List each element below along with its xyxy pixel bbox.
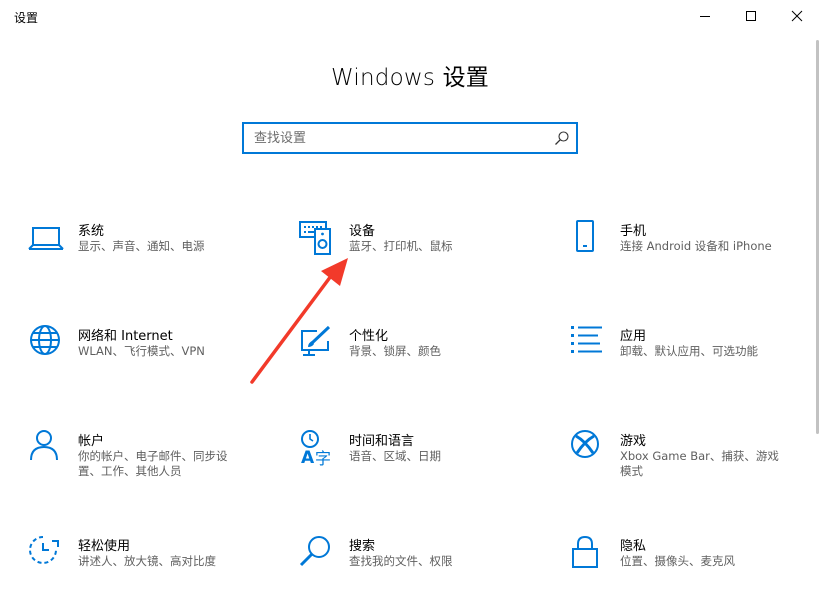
tile-description: 语音、区域、日期 — [349, 449, 441, 463]
tile-ease-of-access[interactable]: 轻松使用 讲述人、放大镜、高对比度 — [28, 535, 278, 605]
title-bar: 设置 — [0, 0, 820, 32]
tile-time-language[interactable]: A 字 时间和语言 语音、区域、日期 — [299, 430, 549, 500]
tile-network[interactable]: 网络和 Internet WLAN、飞行模式、VPN — [28, 325, 278, 395]
tile-title: 手机 — [620, 224, 647, 239]
svg-text:字: 字 — [315, 449, 331, 466]
tile-title: 应用 — [620, 329, 647, 344]
search-input[interactable] — [254, 128, 544, 148]
tile-description: 蓝牙、打印机、鼠标 — [349, 239, 453, 253]
tile-title: 设备 — [349, 224, 376, 239]
tile-description: WLAN、飞行模式、VPN — [78, 344, 205, 358]
search-box[interactable] — [242, 122, 578, 154]
person-icon — [30, 430, 58, 461]
tile-privacy[interactable]: 隐私 位置、摄像头、麦克风 — [570, 535, 820, 605]
tile-description: 卸载、默认应用、可选功能 — [620, 344, 758, 358]
page-title: Windows 设置 — [331, 65, 489, 91]
ease-of-access-icon — [29, 536, 59, 564]
tile-phone[interactable]: 手机 连接 Android 设备和 iPhone — [570, 220, 820, 290]
tile-accounts[interactable]: 帐户 你的帐户、电子邮件、同步设置、工作、其他人员 — [28, 430, 278, 500]
tile-description: 显示、声音、通知、电源 — [78, 239, 205, 253]
tile-title: 搜索 — [349, 539, 376, 554]
devices-icon — [299, 221, 331, 255]
maximize-button[interactable] — [728, 0, 774, 32]
tile-title: 隐私 — [620, 539, 647, 554]
search-icon[interactable] — [554, 130, 570, 146]
tile-gaming[interactable]: 游戏 Xbox Game Bar、捕获、游戏模式 — [570, 430, 820, 500]
window-title: 设置 — [14, 11, 39, 25]
laptop-icon — [28, 227, 64, 250]
tile-apps[interactable]: 应用 卸载、默认应用、可选功能 — [570, 325, 820, 395]
globe-icon — [30, 325, 60, 355]
xbox-icon — [571, 430, 599, 458]
tile-description: 背景、锁屏、颜色 — [349, 344, 441, 358]
tile-title: 系统 — [78, 224, 105, 239]
apps-list-icon — [571, 326, 602, 353]
tile-description: Xbox Game Bar、捕获、游戏模式 — [620, 449, 779, 478]
close-icon — [791, 10, 803, 22]
svg-text:A: A — [301, 448, 315, 466]
phone-icon — [576, 220, 594, 252]
tile-title: 轻松使用 — [78, 539, 131, 554]
tile-personalization[interactable]: 个性化 背景、锁屏、颜色 — [299, 325, 549, 395]
tile-title: 时间和语言 — [349, 434, 415, 449]
minimize-icon — [700, 16, 710, 17]
tile-search[interactable]: 搜索 查找我的文件、权限 — [299, 535, 549, 605]
tile-title: 个性化 — [349, 329, 389, 344]
maximize-icon — [746, 11, 756, 21]
close-button[interactable] — [774, 0, 820, 32]
time-language-icon: A 字 — [301, 430, 331, 466]
magnifier-icon — [299, 536, 330, 567]
tile-system[interactable]: 系统 显示、声音、通知、电源 — [28, 220, 278, 290]
tile-title: 游戏 — [620, 434, 647, 449]
tile-description: 连接 Android 设备和 iPhone — [620, 239, 772, 253]
tile-title: 网络和 Internet — [78, 329, 173, 344]
scrollbar[interactable] — [816, 40, 819, 434]
paintbrush-icon — [301, 325, 331, 356]
tile-description: 你的帐户、电子邮件、同步设置、工作、其他人员 — [78, 449, 228, 478]
minimize-button[interactable] — [682, 0, 728, 32]
lock-icon — [572, 535, 598, 568]
tile-devices[interactable]: 设备 蓝牙、打印机、鼠标 — [299, 220, 549, 290]
tile-title: 帐户 — [78, 434, 105, 449]
